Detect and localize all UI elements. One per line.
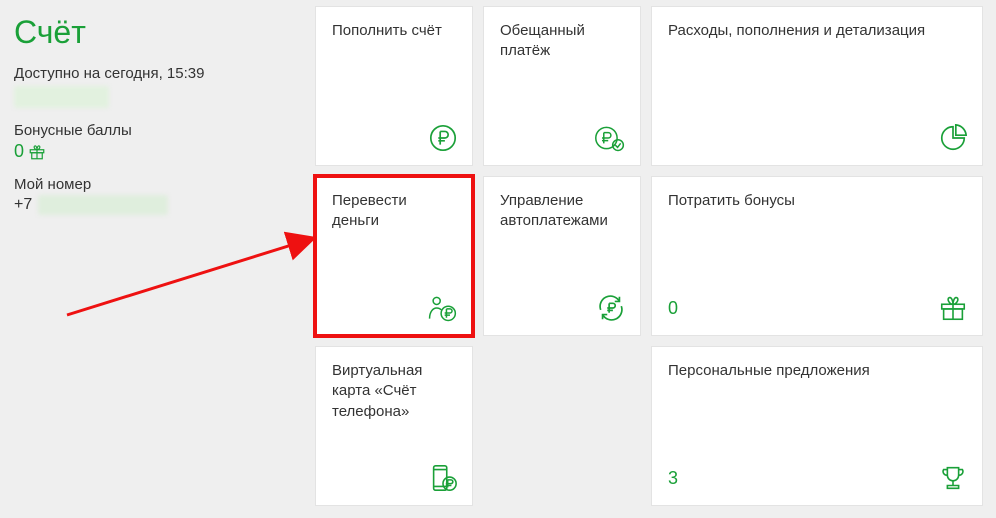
gift-icon: [28, 143, 46, 161]
card-value: 3: [668, 468, 678, 489]
person-ruble-icon: [426, 293, 458, 323]
card-title: Потратить бонусы: [668, 191, 966, 211]
card-title: Управление автоплатежами: [500, 191, 624, 232]
card-title: Расходы, пополнения и детализация: [668, 21, 966, 41]
card-transfer-money[interactable]: Перевести деньги: [315, 176, 473, 336]
card-autopay[interactable]: Управление автоплатежами: [483, 176, 641, 336]
card-title: Виртуальная карта «Счёт телефона»: [332, 361, 456, 422]
phone-label: Мой номер: [14, 176, 297, 193]
balance-value-hidden: [14, 86, 109, 108]
card-virtual-card[interactable]: Виртуальная карта «Счёт телефона»: [315, 346, 473, 506]
cards-grid: Пополнить счёт Обещанный платёж Расх: [315, 0, 996, 518]
phone-prefix: +7: [14, 196, 32, 214]
bonus-number: 0: [14, 141, 24, 162]
card-offers[interactable]: Персональные предложения 3: [651, 346, 983, 506]
page-title: Счёт: [14, 14, 297, 51]
card-value: 0: [668, 298, 678, 319]
card-promised-payment[interactable]: Обещанный платёж: [483, 6, 641, 166]
phone-ruble-icon: [428, 463, 458, 493]
card-title: Перевести деньги: [332, 191, 456, 232]
card-expenses[interactable]: Расходы, пополнения и детализация: [651, 6, 983, 166]
ruble-check-icon: [594, 123, 626, 153]
phone-value: +7: [14, 195, 297, 215]
card-title: Пополнить счёт: [332, 21, 456, 41]
card-spend-bonus[interactable]: Потратить бонусы 0: [651, 176, 983, 336]
ruble-icon: [428, 123, 458, 153]
pie-chart-icon: [938, 123, 968, 153]
phone-number-hidden: [38, 195, 168, 215]
trophy-icon: [938, 463, 968, 493]
card-topup[interactable]: Пополнить счёт: [315, 6, 473, 166]
gift-icon: [938, 293, 968, 323]
ruble-refresh-icon: [596, 293, 626, 323]
bonus-label: Бонусные баллы: [14, 122, 297, 139]
sidebar: Счёт Доступно на сегодня, 15:39 Бонусные…: [0, 0, 315, 518]
card-title: Персональные предложения: [668, 361, 966, 381]
card-title: Обещанный платёж: [500, 21, 624, 62]
available-label: Доступно на сегодня, 15:39: [14, 65, 297, 82]
bonus-value: 0: [14, 141, 297, 162]
